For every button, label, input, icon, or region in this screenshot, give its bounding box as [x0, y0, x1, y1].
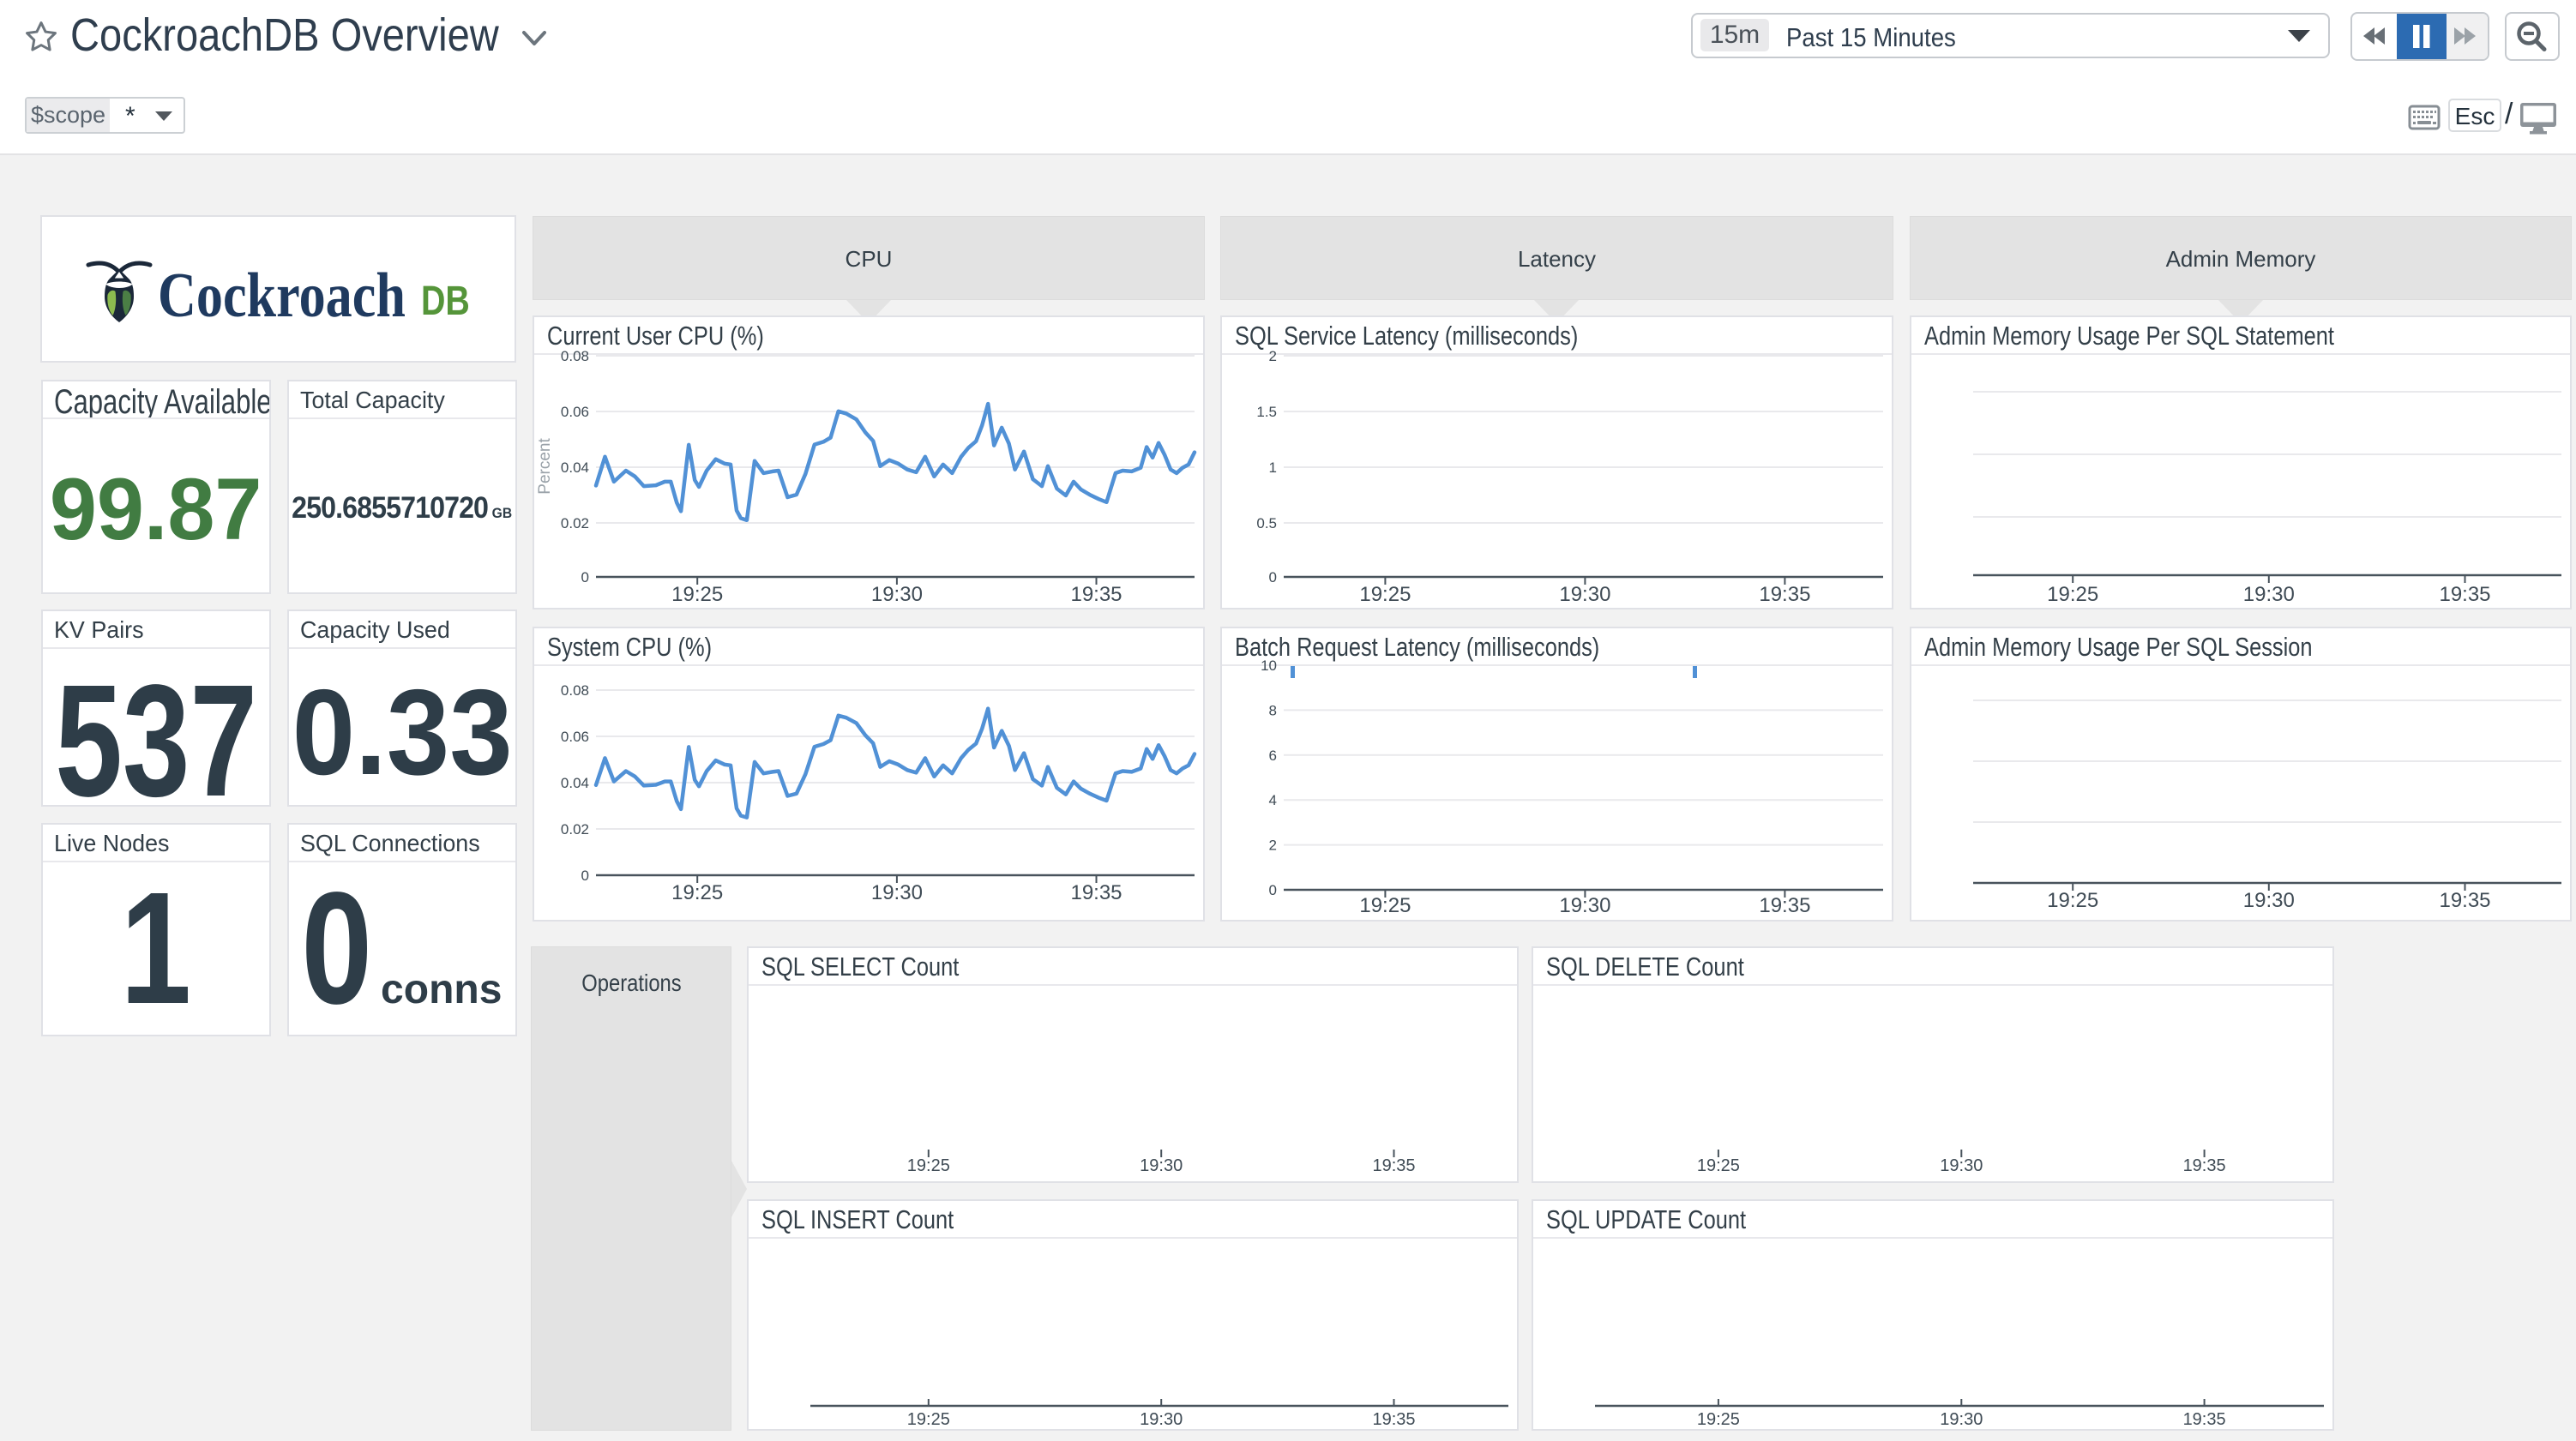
svg-text:19:30: 19:30 [1940, 1410, 1983, 1429]
svg-text:19:25: 19:25 [1697, 1156, 1740, 1175]
svg-text:2: 2 [1269, 348, 1277, 364]
svg-text:19:30: 19:30 [2243, 889, 2295, 912]
svg-text:10: 10 [1261, 657, 1277, 674]
svg-text:19:35: 19:35 [2183, 1410, 2226, 1429]
svg-text:0.04: 0.04 [561, 775, 589, 791]
svg-text:0.08: 0.08 [561, 682, 589, 699]
svg-text:19:30: 19:30 [1940, 1156, 1983, 1175]
svg-text:19:35: 19:35 [1070, 881, 1122, 904]
svg-text:0.06: 0.06 [561, 404, 589, 420]
svg-text:19:30: 19:30 [871, 583, 923, 606]
svg-text:19:25: 19:25 [907, 1410, 950, 1429]
svg-text:19:25: 19:25 [671, 881, 723, 904]
svg-text:1.5: 1.5 [1256, 404, 1277, 420]
svg-text:19:25: 19:25 [671, 583, 723, 606]
svg-text:19:35: 19:35 [2183, 1156, 2226, 1175]
svg-text:19:35: 19:35 [1372, 1156, 1415, 1175]
svg-text:0.06: 0.06 [561, 729, 589, 745]
svg-text:19:35: 19:35 [2439, 889, 2490, 912]
svg-text:2: 2 [1269, 838, 1277, 854]
svg-text:19:25: 19:25 [2047, 889, 2098, 912]
svg-text:19:25: 19:25 [1359, 894, 1411, 917]
svg-text:0: 0 [1269, 882, 1277, 898]
svg-text:0: 0 [581, 569, 589, 585]
svg-text:19:30: 19:30 [1140, 1156, 1183, 1175]
svg-text:19:25: 19:25 [2047, 583, 2098, 606]
svg-text:19:25: 19:25 [1697, 1410, 1740, 1429]
svg-text:0: 0 [581, 868, 589, 884]
svg-text:19:25: 19:25 [1359, 583, 1411, 606]
svg-text:19:25: 19:25 [907, 1156, 950, 1175]
svg-text:0.02: 0.02 [561, 821, 589, 838]
svg-text:19:35: 19:35 [1070, 583, 1122, 606]
svg-text:19:35: 19:35 [1759, 583, 1810, 606]
svg-text:0.04: 0.04 [561, 459, 589, 476]
svg-text:1: 1 [1269, 459, 1277, 476]
svg-text:8: 8 [1269, 702, 1277, 718]
svg-text:0.02: 0.02 [561, 515, 589, 531]
svg-text:0: 0 [1269, 569, 1277, 585]
svg-text:Percent: Percent [536, 438, 554, 495]
svg-text:19:30: 19:30 [1559, 894, 1610, 917]
svg-text:6: 6 [1269, 748, 1277, 764]
svg-text:19:35: 19:35 [1759, 894, 1810, 917]
svg-text:4: 4 [1269, 792, 1277, 808]
svg-text:19:35: 19:35 [1372, 1410, 1415, 1429]
svg-text:19:30: 19:30 [871, 881, 923, 904]
svg-text:19:30: 19:30 [1559, 583, 1610, 606]
svg-text:19:35: 19:35 [2439, 583, 2490, 606]
svg-text:0.08: 0.08 [561, 348, 589, 364]
svg-text:19:30: 19:30 [2243, 583, 2295, 606]
svg-text:19:30: 19:30 [1140, 1410, 1183, 1429]
svg-text:0.5: 0.5 [1256, 515, 1277, 531]
